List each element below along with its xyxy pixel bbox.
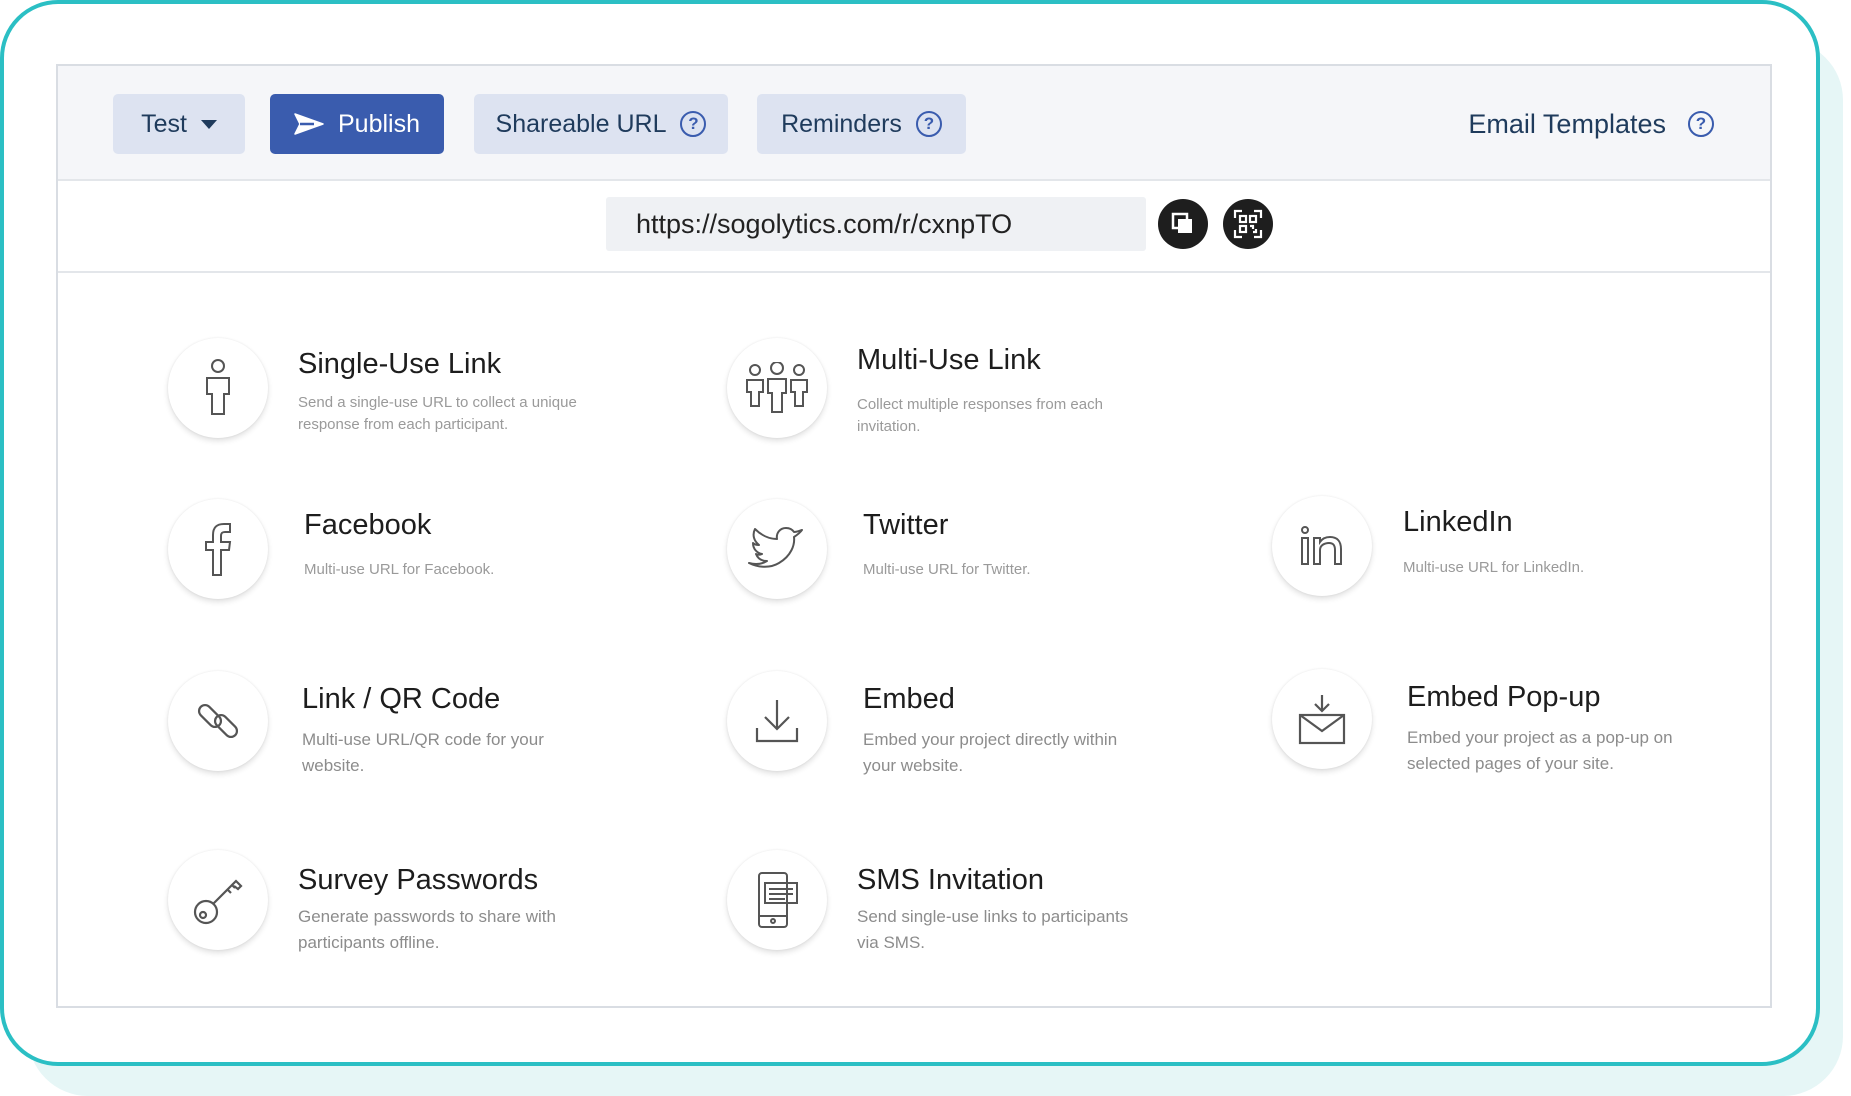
option-survey-passwords[interactable]: Survey Passwords Generate passwords to s… xyxy=(168,850,648,960)
option-link-qr-code[interactable]: Link / QR Code Multi-use URL/QR code for… xyxy=(168,671,648,781)
option-title: LinkedIn xyxy=(1403,506,1513,538)
option-icon-circle xyxy=(1272,669,1372,769)
download-icon xyxy=(755,698,799,744)
option-title: Twitter xyxy=(863,509,949,541)
test-dropdown-button[interactable]: Test xyxy=(113,94,245,154)
option-description: Multi-use URL for Facebook. xyxy=(304,561,495,578)
linkedin-icon xyxy=(1300,526,1344,566)
link-icon xyxy=(193,696,243,746)
group-people-icon xyxy=(745,362,809,414)
option-description: Send a single-use URL to collect a uniqu… xyxy=(298,394,577,433)
shareable-url-label: Shareable URL xyxy=(495,109,667,138)
option-icon-circle xyxy=(168,671,268,771)
option-facebook[interactable]: Facebook Multi-use URL for Facebook. xyxy=(168,499,608,609)
qr-code-icon xyxy=(1233,209,1263,239)
option-embed[interactable]: Embed Embed your project directly within… xyxy=(727,671,1167,781)
app-frame: Test Publish Shareable URL ? Reminders ?… xyxy=(0,0,1820,1066)
help-icon[interactable]: ? xyxy=(680,111,707,137)
option-description: Multi-use URL for Twitter. xyxy=(863,561,1031,578)
option-description: Generate passwords to share with partici… xyxy=(298,907,556,952)
toolbar: Test Publish Shareable URL ? Reminders ?… xyxy=(58,66,1770,181)
option-title: Embed xyxy=(863,683,955,715)
option-icon-circle xyxy=(727,850,827,950)
option-icon-circle xyxy=(168,850,268,950)
option-multi-use-link[interactable]: Multi-Use Link Collect multiple response… xyxy=(727,338,1167,448)
option-description: Multi-use URL for LinkedIn. xyxy=(1403,559,1585,576)
option-embed-popup[interactable]: Embed Pop-up Embed your project as a pop… xyxy=(1272,669,1712,779)
help-icon[interactable]: ? xyxy=(1688,111,1714,137)
email-templates-label: Email Templates xyxy=(1468,108,1666,139)
copy-icon xyxy=(1170,211,1196,237)
option-icon-circle xyxy=(727,338,827,438)
url-row: https://sogolytics.com/r/cxnpTO xyxy=(58,181,1770,273)
publish-button[interactable]: Publish xyxy=(270,94,444,154)
option-title: Single-Use Link xyxy=(298,348,502,380)
caret-down-icon xyxy=(200,119,217,129)
key-icon xyxy=(192,874,244,926)
option-description: Collect multiple responses from each inv… xyxy=(857,396,1103,435)
option-linkedin[interactable]: LinkedIn Multi-use URL for LinkedIn. xyxy=(1272,496,1712,606)
envelope-download-icon xyxy=(1297,693,1347,745)
facebook-icon xyxy=(203,522,233,576)
option-icon-circle xyxy=(1272,496,1372,596)
option-icon-circle xyxy=(727,499,827,599)
copy-url-button[interactable] xyxy=(1158,199,1208,249)
option-icon-circle xyxy=(727,671,827,771)
option-title: Link / QR Code xyxy=(302,683,501,715)
distribution-panel: Test Publish Shareable URL ? Reminders ?… xyxy=(56,64,1772,1008)
option-single-use-link[interactable]: Single-Use Link Send a single-use URL to… xyxy=(168,338,608,448)
help-icon[interactable]: ? xyxy=(915,111,942,137)
option-title: Embed Pop-up xyxy=(1407,681,1601,713)
option-description: Embed your project as a pop-up on select… xyxy=(1407,728,1673,773)
shareable-url-button[interactable]: Shareable URL ? xyxy=(474,94,728,154)
email-templates-link[interactable]: Email Templates ? xyxy=(1468,94,1714,154)
option-title: Facebook xyxy=(304,509,432,541)
option-icon-circle xyxy=(168,338,268,438)
reminders-label: Reminders xyxy=(781,109,902,138)
option-title: Survey Passwords xyxy=(298,864,539,896)
option-title: Multi-Use Link xyxy=(857,344,1041,376)
option-icon-circle xyxy=(168,499,268,599)
option-description: Multi-use URL/QR code for your website. xyxy=(302,730,544,775)
qr-code-button[interactable] xyxy=(1223,199,1273,249)
test-label: Test xyxy=(141,109,187,138)
option-description: Send single-use links to participants vi… xyxy=(857,907,1129,952)
send-icon xyxy=(294,112,324,136)
publish-label: Publish xyxy=(338,109,420,138)
option-title: SMS Invitation xyxy=(857,864,1044,896)
option-twitter[interactable]: Twitter Multi-use URL for Twitter. xyxy=(727,499,1167,609)
survey-url-field[interactable]: https://sogolytics.com/r/cxnpTO xyxy=(606,197,1146,251)
single-person-icon xyxy=(198,358,238,418)
twitter-icon xyxy=(747,527,807,571)
option-description: Embed your project directly within your … xyxy=(863,730,1118,775)
option-sms-invitation[interactable]: SMS Invitation Send single-use links to … xyxy=(727,850,1167,960)
sms-phone-icon xyxy=(755,871,799,929)
reminders-button[interactable]: Reminders ? xyxy=(757,94,966,154)
